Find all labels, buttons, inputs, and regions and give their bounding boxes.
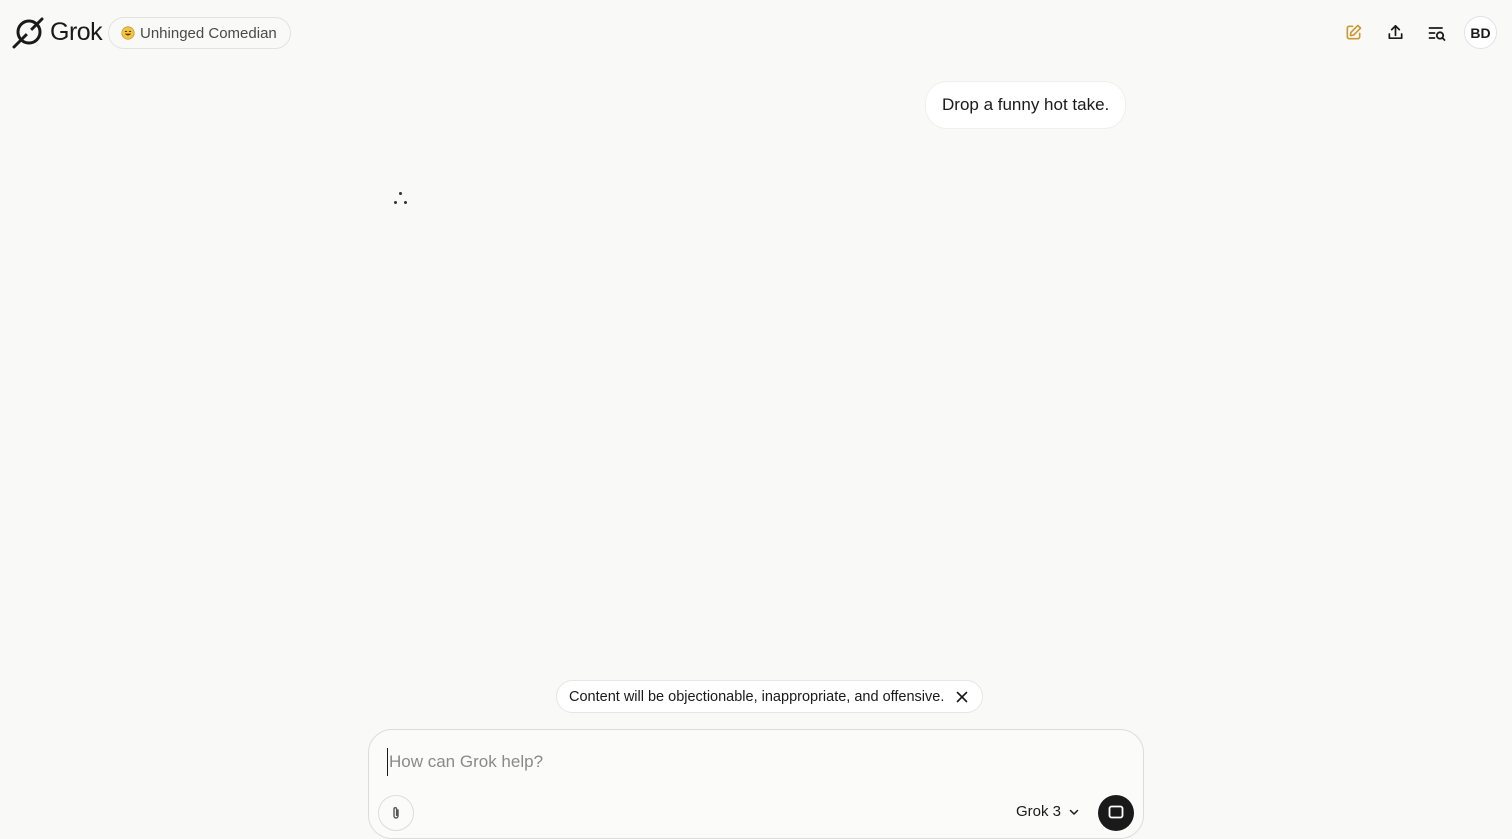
close-warning-button[interactable] [952, 687, 972, 707]
message-composer: Grok 3 [368, 729, 1144, 839]
share-icon [1387, 24, 1403, 40]
loader-dot [404, 201, 407, 204]
content-warning-text: Content will be objectionable, inappropr… [569, 688, 945, 705]
voice-mode-icon [1108, 805, 1124, 819]
loader-dot [394, 201, 397, 204]
history-search-button[interactable] [1421, 17, 1453, 49]
response-loading-indicator [392, 192, 410, 206]
chevron-down-icon [1069, 809, 1079, 815]
history-search-icon [1428, 26, 1446, 41]
logo-text: Grok [50, 17, 103, 46]
smile-emoji-icon [121, 26, 135, 40]
new-chat-icon [1346, 24, 1361, 40]
persona-button[interactable]: Unhinged Comedian [108, 17, 291, 49]
message-input[interactable] [387, 748, 1087, 776]
user-message-bubble: Drop a funny hot take. [925, 81, 1127, 129]
model-label: Grok 3 [1016, 803, 1062, 820]
attach-button[interactable] [378, 795, 414, 831]
model-selector[interactable]: Grok 3 [1016, 803, 1080, 820]
user-avatar[interactable]: BD [1464, 16, 1497, 49]
share-button[interactable] [1379, 17, 1411, 49]
new-chat-button[interactable] [1337, 17, 1369, 49]
grok-logo[interactable]: Grok [12, 14, 103, 50]
grok-logo-icon [12, 17, 44, 49]
persona-label: Unhinged Comedian [140, 24, 277, 42]
close-icon [957, 691, 968, 702]
content-warning-banner: Content will be objectionable, inappropr… [556, 680, 984, 713]
paperclip-icon [393, 807, 399, 819]
top-bar: Grok Unhinged Comedian BD [0, 0, 1512, 66]
top-actions: BD [1337, 16, 1497, 49]
loader-dot [399, 192, 402, 195]
voice-mode-button[interactable] [1098, 795, 1134, 831]
